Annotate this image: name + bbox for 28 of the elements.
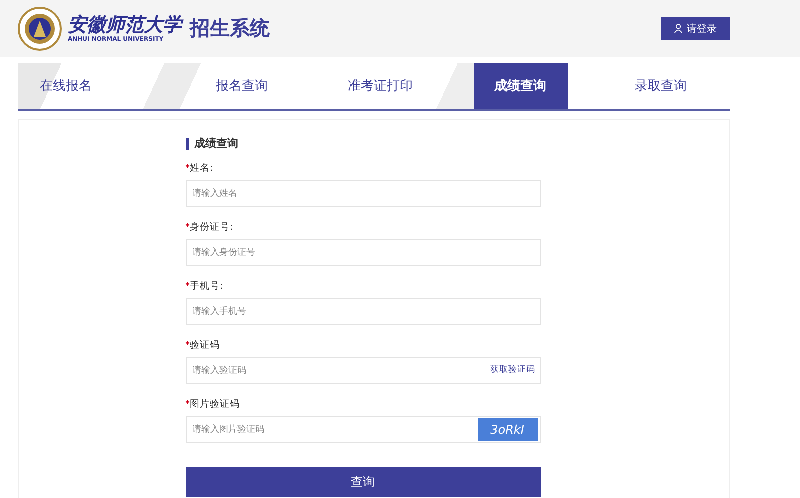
input-field[interactable]: 请输入手机号 [186, 298, 540, 325]
required-mark: * [186, 222, 190, 234]
input-field[interactable]: 请输入姓名 [186, 180, 540, 207]
system-title: 招生系统 [190, 15, 270, 42]
field-label: 身份证号: [190, 222, 234, 234]
nav-tab[interactable]: 录取查询 [592, 63, 730, 109]
user-icon [674, 24, 683, 33]
field-label: 姓名: [190, 163, 214, 175]
required-mark: * [186, 163, 190, 175]
nav-tab[interactable]: 成绩查询 [474, 63, 568, 109]
required-mark: * [186, 340, 190, 352]
login-button[interactable]: 请登录 [661, 17, 730, 40]
form-title: 成绩查询 [194, 136, 238, 151]
captcha-image[interactable]: 3oRkI [478, 418, 538, 441]
university-emblem-icon [18, 6, 62, 50]
submit-button[interactable]: 查询 [186, 467, 540, 497]
nav-tab[interactable]: 准考证打印 [311, 63, 450, 109]
nav-tab[interactable]: 在线报名 [18, 63, 172, 109]
nav-tab[interactable]: 报名查询 [172, 63, 311, 109]
university-name: 安徽师范大学 [68, 14, 182, 36]
field-label: 手机号: [190, 281, 224, 293]
title-marker [186, 138, 188, 150]
get-code-link[interactable]: 获取验证码 [488, 364, 538, 376]
field-label: 图片验证码 [190, 399, 240, 411]
input-field[interactable]: 请输入身份证号 [186, 239, 540, 266]
required-mark: * [186, 399, 190, 411]
field-label: 验证码 [190, 340, 220, 352]
required-mark: * [186, 281, 190, 293]
